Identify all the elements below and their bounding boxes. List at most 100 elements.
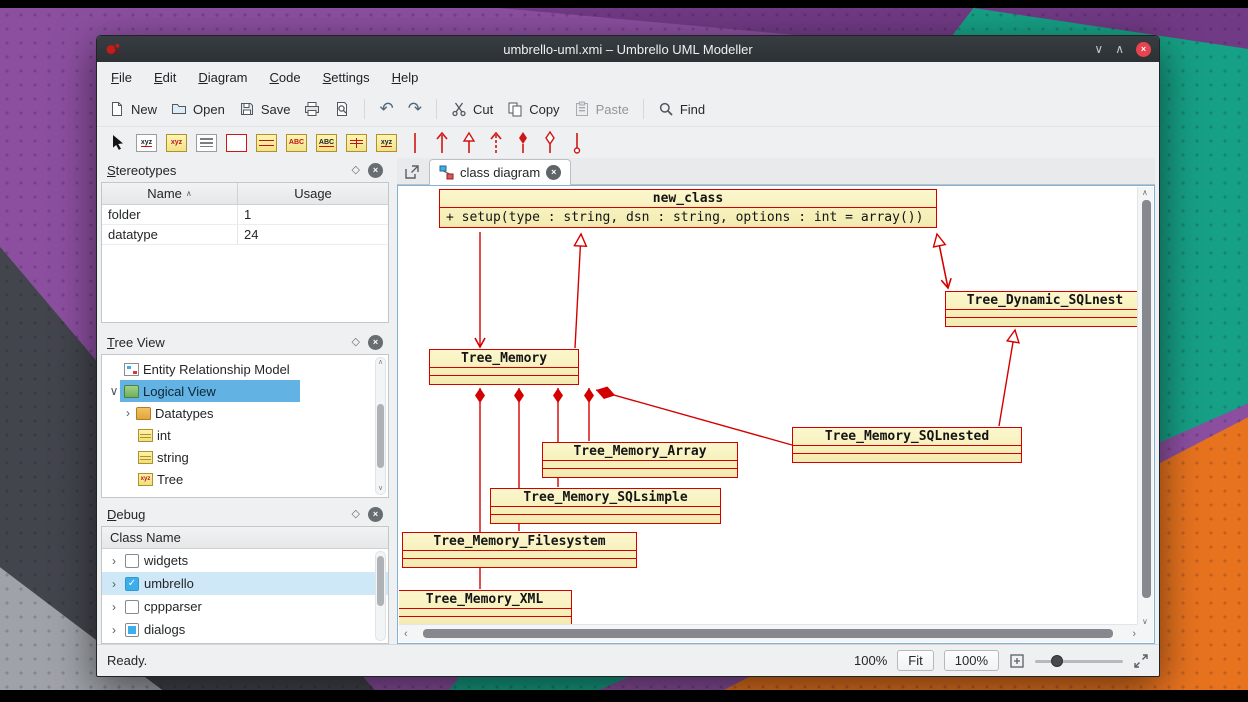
scrollbar-thumb[interactable] [377, 556, 384, 606]
tree-item-entity-relationship-model[interactable]: Entity Relationship Model [102, 358, 388, 380]
checkbox-cppparser[interactable] [125, 600, 139, 614]
uml-class-tree-memory[interactable]: Tree_Memory [429, 349, 579, 385]
print-preview-button[interactable] [334, 101, 350, 117]
debug-item-widgets[interactable]: › widgets [102, 549, 388, 572]
tree-item-datatypes[interactable]: › Datatypes [102, 402, 388, 424]
close-panel-icon[interactable]: × [368, 163, 383, 178]
open-button[interactable]: Open [171, 101, 225, 117]
column-header-usage[interactable]: Usage [238, 183, 388, 204]
maximize-button[interactable]: ∧ [1115, 43, 1124, 55]
zoom-slider[interactable] [1035, 654, 1123, 668]
expand-icon[interactable]: › [108, 624, 120, 636]
debug-item-cppparser[interactable]: › cppparser [102, 595, 388, 618]
anchor-tool[interactable] [568, 130, 586, 156]
scroll-up-icon[interactable]: ∧ [1142, 189, 1148, 197]
class-tool[interactable] [256, 134, 277, 152]
interface-tool[interactable]: ABC [286, 134, 307, 152]
generalization-sqlnested-tree-dynamic[interactable] [999, 330, 1015, 426]
scroll-down-icon[interactable]: ∨ [376, 485, 385, 493]
tab-class-diagram[interactable]: class diagram × [429, 159, 571, 185]
template-class-tool[interactable] [346, 134, 367, 152]
slider-track[interactable] [1035, 660, 1123, 663]
uml-class-tree-dynamic-sqlnest[interactable]: Tree_Dynamic_SQLnest [945, 291, 1141, 327]
composition-sqlnested-tree-memory[interactable] [596, 390, 792, 445]
float-panel-icon[interactable]: ◇ [352, 337, 360, 348]
uml-class-new-class[interactable]: new_class + setup(type : string, dsn : s… [439, 189, 937, 228]
menu-file[interactable]: File [111, 70, 132, 85]
copy-button[interactable]: Copy [507, 101, 559, 117]
debug-item-umbrello[interactable]: › ✓ umbrello [102, 572, 388, 595]
uml-class-tree-memory-sqlnested[interactable]: Tree_Memory_SQLnested [792, 427, 1022, 463]
expand-icon[interactable]: › [108, 601, 120, 613]
zoom-preset-button[interactable]: 100% [944, 650, 999, 671]
diagram-canvas[interactable]: new_class + setup(type : string, dsn : s… [399, 187, 1141, 628]
save-button[interactable]: Save [239, 101, 291, 117]
composition-tool[interactable] [514, 130, 532, 156]
note-tool[interactable]: xyz [166, 134, 187, 152]
checkbox-dialogs[interactable] [125, 623, 139, 637]
tree-item-int[interactable]: int [102, 424, 388, 446]
expand-icon[interactable]: › [108, 555, 120, 567]
print-button[interactable] [304, 101, 320, 117]
column-header-name[interactable]: Name∧ [102, 183, 238, 204]
dependency-tool[interactable] [487, 130, 505, 156]
menu-code[interactable]: Code [270, 70, 301, 85]
cut-button[interactable]: Cut [451, 101, 493, 117]
float-panel-icon[interactable]: ◇ [352, 165, 360, 176]
new-button[interactable]: New [109, 101, 157, 117]
tree-item-string[interactable]: string [102, 446, 388, 468]
page-zoom-icon[interactable] [1009, 653, 1025, 669]
fit-button[interactable]: Fit [897, 650, 933, 671]
fullscreen-icon[interactable] [1133, 653, 1149, 669]
tree-item-logical-view[interactable]: ∨ Logical View [102, 380, 388, 402]
uml-class-tree-memory-filesystem[interactable]: Tree_Memory_Filesystem [402, 532, 637, 568]
uml-class-tree-memory-array[interactable]: Tree_Memory_Array [542, 442, 738, 478]
menu-settings[interactable]: Settings [323, 70, 370, 85]
scrollbar-thumb[interactable] [1142, 200, 1151, 598]
box-tool[interactable] [226, 134, 247, 152]
directed-association-tool[interactable] [433, 130, 451, 156]
expand-icon[interactable]: › [122, 407, 134, 419]
generalization-tree-memory-new-class[interactable] [575, 234, 581, 348]
tree-item-tree[interactable]: xyz Tree [102, 468, 388, 490]
collapse-icon[interactable]: ∨ [108, 385, 120, 397]
debug-item-dialogs[interactable]: › dialogs [102, 618, 388, 641]
association-tool[interactable] [406, 130, 424, 156]
detach-tab-button[interactable] [401, 161, 423, 182]
close-panel-icon[interactable]: × [368, 335, 383, 350]
text-tool[interactable]: xyz [136, 134, 157, 152]
close-button[interactable]: × [1136, 42, 1151, 57]
redo-button[interactable]: ↷ [408, 101, 422, 118]
generalization-tool[interactable] [460, 130, 478, 156]
menu-edit[interactable]: Edit [154, 70, 176, 85]
minimize-button[interactable]: ∨ [1094, 43, 1103, 55]
slider-knob[interactable] [1051, 655, 1063, 667]
menu-diagram[interactable]: Diagram [198, 70, 247, 85]
checkbox-umbrello[interactable]: ✓ [125, 577, 139, 591]
table-row[interactable]: datatype 24 [102, 225, 388, 245]
undo-button[interactable]: ↶ [379, 101, 393, 118]
paste-button[interactable]: Paste [574, 101, 629, 117]
uml-class-tree-memory-sqlsimple[interactable]: Tree_Memory_SQLsimple [490, 488, 721, 524]
close-panel-icon[interactable]: × [368, 507, 383, 522]
aggregation-tool[interactable] [541, 130, 559, 156]
scroll-left-icon[interactable]: ‹ [404, 629, 408, 640]
titlebar[interactable]: umbrello-uml.xmi – Umbrello UML Modeller… [97, 36, 1159, 62]
column-header-class-name[interactable]: Class Name [102, 527, 388, 549]
scrollbar-thumb[interactable] [377, 404, 384, 468]
text-lines-tool[interactable] [196, 134, 217, 152]
entity-tool[interactable]: xyz [376, 134, 397, 152]
table-row[interactable]: folder 1 [102, 205, 388, 225]
uml-class-tree-memory-xml[interactable]: Tree_Memory_XML [399, 590, 572, 626]
select-tool[interactable] [109, 133, 127, 153]
datatype-tool[interactable]: ABC [316, 134, 337, 152]
scroll-up-icon[interactable]: ∧ [376, 359, 385, 367]
find-button[interactable]: Find [658, 101, 705, 117]
close-tab-icon[interactable]: × [546, 165, 561, 180]
checkbox-widgets[interactable] [125, 554, 139, 568]
menu-help[interactable]: Help [392, 70, 419, 85]
float-panel-icon[interactable]: ◇ [352, 509, 360, 520]
scroll-right-icon[interactable]: › [1132, 629, 1136, 640]
scrollbar-thumb[interactable] [423, 629, 1113, 638]
expand-icon[interactable]: › [108, 578, 120, 590]
